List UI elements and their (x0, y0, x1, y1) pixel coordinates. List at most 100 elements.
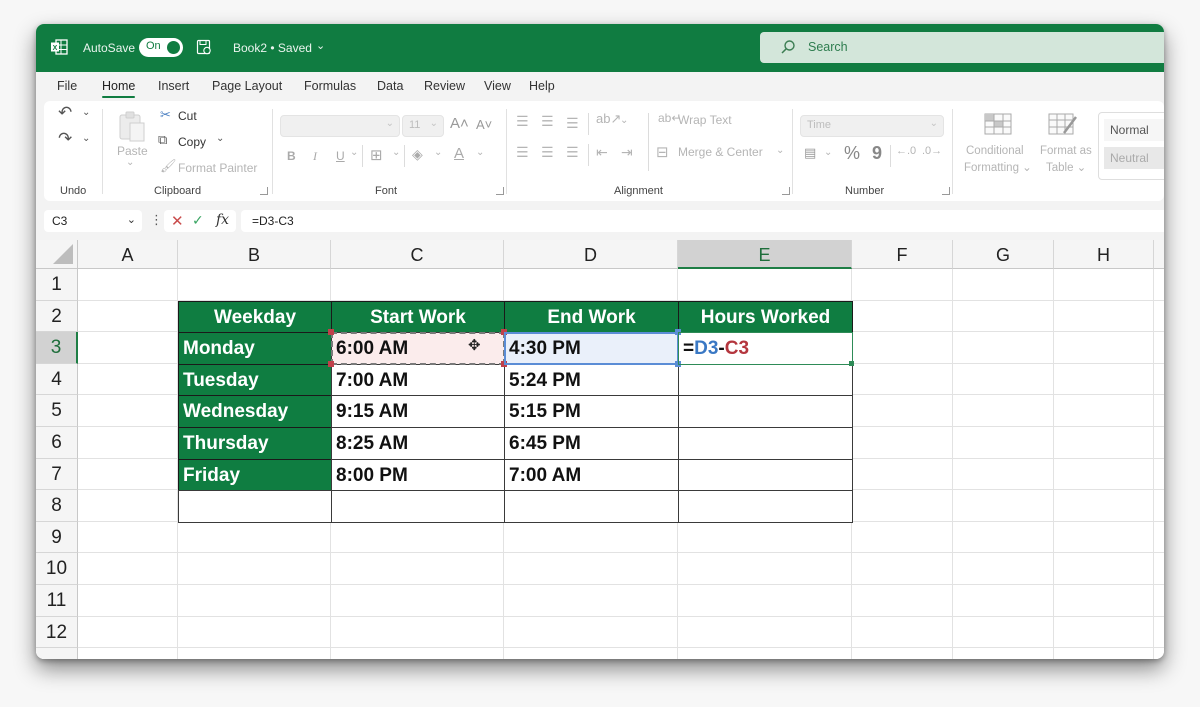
italic-button[interactable]: I (313, 149, 317, 164)
cell-end-work[interactable]: 7:00 AM (504, 458, 679, 492)
number-launcher-icon[interactable] (942, 187, 950, 195)
orientation-icon[interactable]: ab↗ (596, 111, 621, 127)
range-handle-c3[interactable] (328, 360, 334, 367)
increase-decimal-icon[interactable]: ←.0 (896, 145, 916, 157)
chevron-down-icon[interactable]: ⌄ (776, 145, 784, 156)
cell-end-work[interactable]: 4:30 PM (504, 332, 679, 365)
save-icon[interactable] (196, 39, 212, 55)
number-format-dropdown[interactable]: Time ⌄ (800, 115, 944, 137)
worksheet-grid[interactable]: ABCDEFGH 1 2 3 4 5 6 7 8 9 10 11 12 Weekday Start Wo… (36, 240, 1164, 659)
cancel-icon[interactable]: ✕ (171, 212, 184, 230)
paste-icon[interactable] (118, 111, 146, 143)
cell-end-work[interactable]: 5:24 PM (504, 363, 679, 397)
cell-weekday[interactable]: Tuesday (178, 363, 332, 397)
row-header-2[interactable]: 2 (36, 300, 78, 333)
wrap-text-button[interactable]: Wrap Text (678, 113, 732, 127)
autosave-toggle[interactable]: On (139, 38, 183, 57)
increase-font-icon[interactable]: A˄ (450, 115, 469, 132)
fill-color-icon[interactable]: ◈ (412, 146, 423, 163)
row-header-9[interactable]: 9 (36, 521, 78, 554)
bold-button[interactable]: B (287, 149, 296, 163)
row-header-5[interactable]: 5 (36, 395, 78, 427)
cell-end-work[interactable]: 5:15 PM (504, 395, 679, 428)
row-header-6[interactable]: 6 (36, 427, 78, 459)
cell-weekday[interactable]: Monday (178, 332, 332, 365)
row-header-11[interactable]: 11 (36, 585, 78, 617)
style-neutral[interactable]: Neutral (1104, 147, 1164, 169)
decrease-indent-icon[interactable]: ⇤ (596, 144, 608, 161)
cell-hours-worked[interactable] (678, 395, 853, 428)
tab-review[interactable]: Review (424, 79, 465, 93)
font-launcher-icon[interactable] (496, 187, 504, 195)
column-header-a[interactable]: A (78, 240, 178, 269)
cell-start-work[interactable]: 8:00 PM (331, 458, 505, 492)
cell-end-work[interactable]: 6:45 PM (504, 427, 679, 460)
paste-button[interactable]: Paste (117, 144, 148, 158)
chevron-down-icon[interactable]: ⌄ (392, 147, 400, 158)
accounting-format-icon[interactable]: ▤ (804, 145, 816, 161)
conditional-formatting-label-line2[interactable]: Formatting ⌄ (964, 160, 1032, 174)
column-header-g[interactable]: G (953, 240, 1054, 269)
cell-start-work[interactable]: 9:15 AM (331, 395, 505, 428)
range-handle-d3[interactable] (675, 360, 681, 367)
font-color-icon[interactable]: A (454, 145, 464, 162)
chevron-down-icon[interactable]: ⌄ (620, 115, 628, 126)
chevron-down-icon[interactable]: ⌄ (350, 147, 358, 158)
tab-page-layout[interactable]: Page Layout (212, 79, 282, 93)
column-header-d[interactable]: D (504, 240, 678, 269)
row-header-12[interactable]: 12 (36, 616, 78, 649)
fill-handle[interactable] (849, 360, 854, 366)
font-name-dropdown[interactable]: ⌄ (280, 115, 400, 137)
tab-file[interactable]: File (57, 79, 77, 93)
tab-help[interactable]: Help (529, 79, 555, 93)
cell-weekday[interactable]: Thursday (178, 427, 332, 460)
cell-hours-worked-editing[interactable]: =D3-C3 (678, 332, 853, 365)
cell-start-work[interactable]: 7:00 AM (331, 363, 505, 397)
cell-start-work[interactable]: 8:25 AM (331, 427, 505, 460)
cell-hours-worked[interactable] (678, 363, 853, 397)
percent-style-button[interactable]: % (844, 143, 860, 164)
cell-empty-table-row[interactable] (178, 490, 332, 523)
enter-check-icon[interactable]: ✓ (192, 212, 204, 229)
column-header-c[interactable]: C (331, 240, 504, 269)
format-as-table-button[interactable]: Format as (1040, 145, 1092, 157)
header-start-work[interactable]: Start Work (331, 300, 505, 334)
row-header-partial[interactable] (36, 648, 78, 659)
cell-hours-worked[interactable] (678, 427, 853, 460)
header-weekday[interactable]: Weekday (178, 300, 332, 334)
cell-empty-table-row[interactable] (678, 490, 853, 523)
cell-hours-worked[interactable] (678, 458, 853, 492)
chevron-down-icon[interactable]: ⌄ (434, 147, 442, 158)
chevron-down-icon[interactable]: ⌄ (476, 147, 484, 158)
paste-dropdown-icon[interactable]: ⌄ (126, 157, 134, 168)
align-left-icon[interactable]: ☰ (516, 144, 529, 161)
name-box[interactable]: C3 ⌄ (44, 210, 142, 232)
redo-icon[interactable]: ↷ (58, 129, 72, 149)
tab-insert[interactable]: Insert (158, 79, 189, 93)
column-header-f[interactable]: F (852, 240, 953, 269)
align-right-icon[interactable]: ☰ (566, 144, 579, 161)
header-end-work[interactable]: End Work (504, 300, 679, 334)
cell-empty-table-row[interactable] (504, 490, 679, 523)
document-title[interactable]: Book2 • Saved (233, 41, 312, 55)
header-hours-worked[interactable]: Hours Worked (678, 300, 853, 334)
insert-function-icon[interactable]: fx (216, 212, 229, 228)
decrease-decimal-icon[interactable]: .0→ (922, 145, 942, 157)
format-painter-button[interactable]: Format Painter (178, 161, 257, 175)
align-top-icon[interactable]: ☰ (516, 113, 529, 130)
column-header-b[interactable]: B (178, 240, 331, 269)
conditional-formatting-button[interactable]: Conditional (966, 145, 1024, 157)
tab-home[interactable]: Home (102, 79, 136, 98)
cell-weekday[interactable]: Wednesday (178, 395, 332, 428)
range-handle-c3[interactable] (501, 360, 507, 367)
alignment-launcher-icon[interactable] (782, 187, 790, 195)
align-center-icon[interactable]: ☰ (541, 144, 554, 161)
range-handle-d3[interactable] (675, 329, 681, 336)
copy-dropdown-icon[interactable]: ⌄ (216, 133, 224, 144)
clipboard-launcher-icon[interactable] (260, 187, 268, 195)
cell-weekday[interactable]: Friday (178, 458, 332, 492)
merge-center-button[interactable]: Merge & Center (678, 145, 763, 159)
tab-formulas[interactable]: Formulas (304, 79, 356, 93)
row-header-3[interactable]: 3 (36, 332, 78, 364)
undo-icon[interactable]: ↶ (58, 103, 72, 123)
